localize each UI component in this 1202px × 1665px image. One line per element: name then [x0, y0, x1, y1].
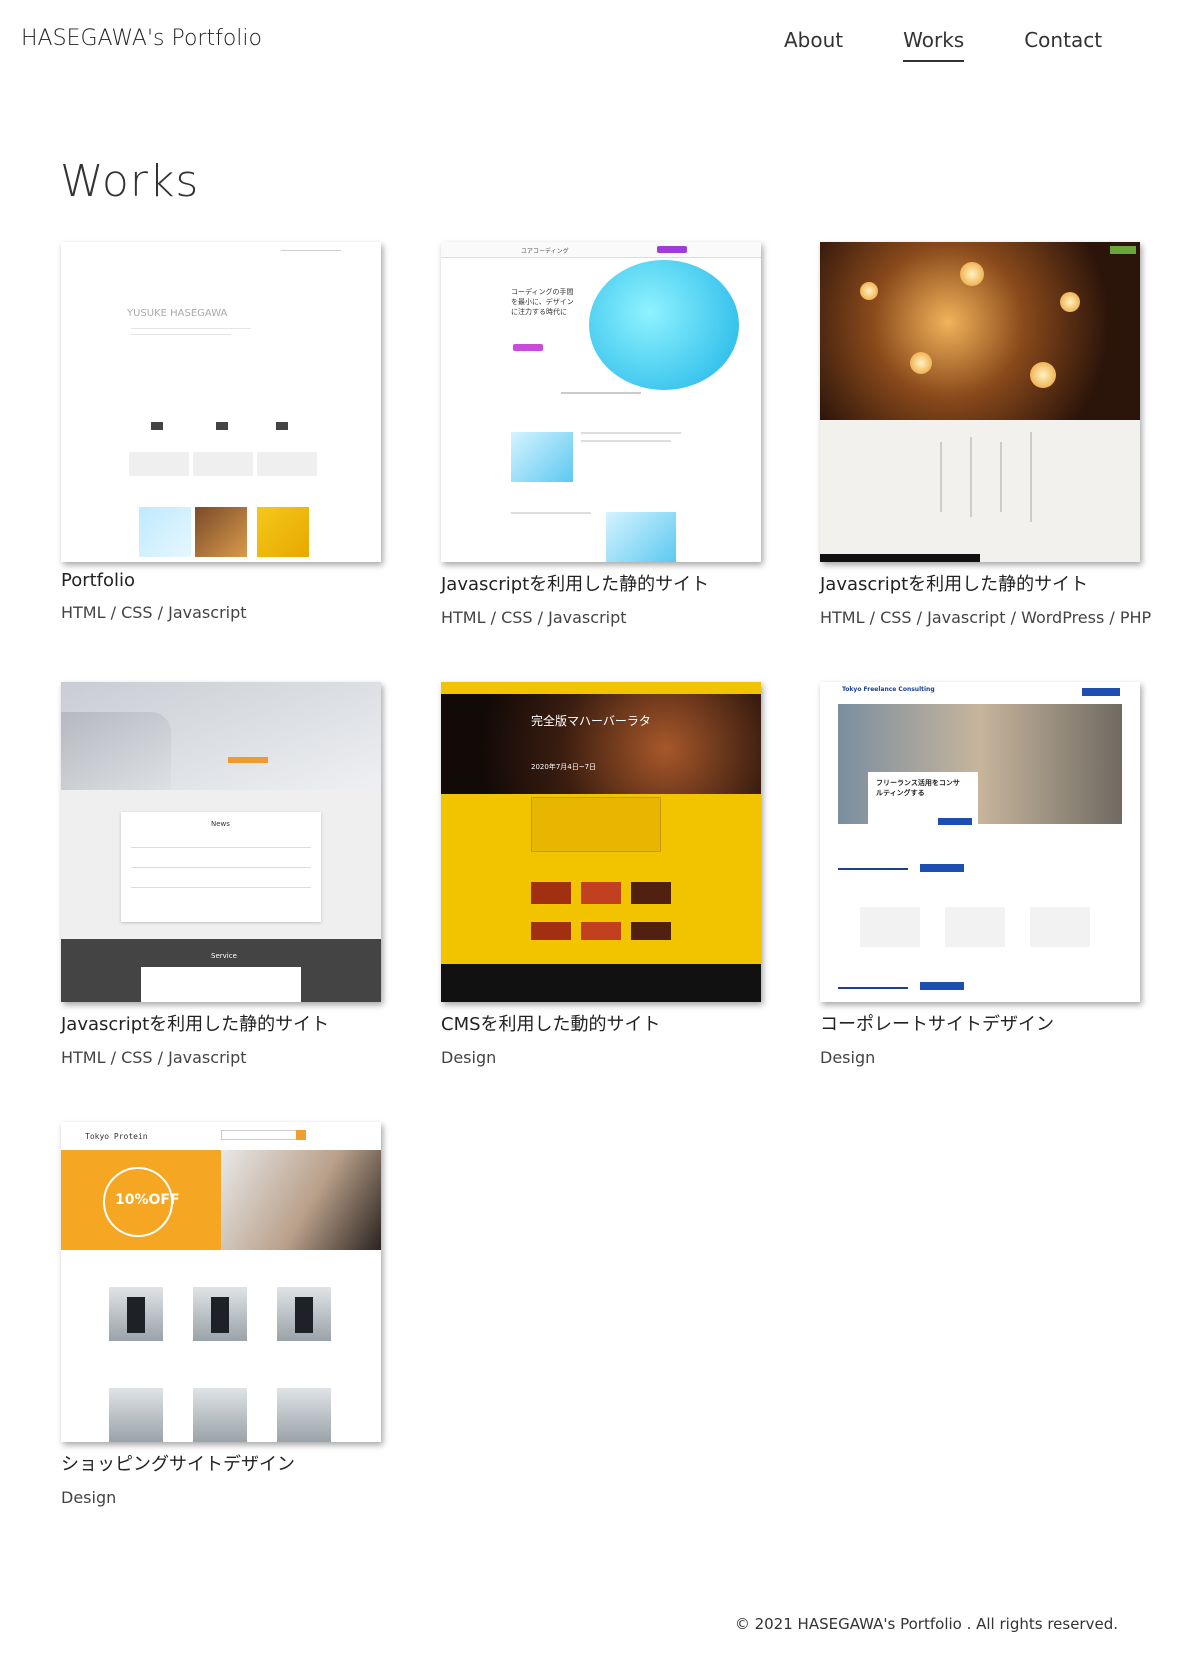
- work-title[interactable]: CMSを利用した動的サイト: [441, 1010, 761, 1036]
- work-title[interactable]: Javascriptを利用した静的サイト: [61, 1010, 381, 1036]
- work-tags: HTML / CSS / Javascript: [61, 603, 247, 622]
- work-card-stage[interactable]: 完全版マハーバーラタ 2020年7月4日~7日 CMSを利用した動的サイト De…: [441, 682, 761, 1067]
- work-thumbnail[interactable]: YUSUKE HASEGAWA: [61, 242, 381, 562]
- thumb-coding-heading: コーディングの手間を最小に、デザインに注力する時代に: [511, 288, 574, 316]
- work-card-coding[interactable]: ユアコーディング コーディングの手間を最小に、デザインに注力する時代に Java…: [441, 242, 761, 627]
- work-title[interactable]: コーポレートサイトデザイン: [820, 1010, 1140, 1036]
- work-card-corporate[interactable]: Tokyo Freelance Consulting フリーランス活用をコンサル…: [820, 682, 1140, 1067]
- work-tags: HTML / CSS / Javascript: [61, 1048, 247, 1067]
- work-title[interactable]: ショッピングサイトデザイン: [61, 1450, 381, 1476]
- thumb-portfolio-name: YUSUKE HASEGAWA: [127, 308, 228, 319]
- site-logo[interactable]: HASEGAWA's Portfolio: [21, 26, 262, 51]
- work-title[interactable]: Javascriptを利用した静的サイト: [820, 570, 1140, 596]
- work-card-lanterns[interactable]: Javascriptを利用した静的サイト HTML / CSS / Javasc…: [820, 242, 1152, 627]
- page-title: Works: [60, 156, 200, 207]
- thumb-corp-name: Tokyo Freelance Consulting: [842, 686, 935, 693]
- thumb-news-heading: News: [211, 820, 230, 828]
- work-tags: Design: [820, 1048, 876, 1067]
- work-title[interactable]: Javascriptを利用した静的サイト: [441, 570, 761, 596]
- thumb-corp-hero: フリーランス活用をコンサルティングする: [876, 779, 960, 797]
- copyright: © 2021 HASEGAWA's Portfolio . All rights…: [734, 1615, 1118, 1633]
- work-thumbnail[interactable]: Tokyo Freelance Consulting フリーランス活用をコンサル…: [820, 682, 1140, 1002]
- thumb-shop-sale: 10%OFF: [115, 1192, 180, 1208]
- work-tags: Design: [61, 1488, 117, 1507]
- thumb-shop-name: Tokyo Protein: [85, 1132, 148, 1141]
- nav-works[interactable]: Works: [903, 28, 965, 62]
- work-tags: HTML / CSS / Javascript / WordPress / PH…: [820, 608, 1152, 627]
- nav-contact[interactable]: Contact: [1024, 28, 1102, 62]
- thumb-coding-name: ユアコーディング: [521, 248, 569, 255]
- work-thumbnail[interactable]: [820, 242, 1140, 562]
- work-thumbnail[interactable]: Tokyo Protein 10%OFF: [61, 1122, 381, 1442]
- thumb-stage-date: 2020年7月4日~7日: [531, 763, 597, 771]
- work-tags: Design: [441, 1048, 497, 1067]
- work-thumbnail[interactable]: News Service: [61, 682, 381, 1002]
- main-nav: About Works Contact: [784, 28, 1162, 62]
- thumb-service-heading: Service: [211, 952, 237, 960]
- nav-about[interactable]: About: [784, 28, 843, 62]
- work-tags: HTML / CSS / Javascript: [441, 608, 627, 627]
- work-card-portfolio[interactable]: YUSUKE HASEGAWA Portfolio HTML / CSS / J…: [61, 242, 381, 622]
- work-thumbnail[interactable]: 完全版マハーバーラタ 2020年7月4日~7日: [441, 682, 761, 1002]
- thumb-stage-title: 完全版マハーバーラタ: [531, 714, 651, 728]
- work-title[interactable]: Portfolio: [61, 570, 381, 591]
- work-thumbnail[interactable]: ユアコーディング コーディングの手間を最小に、デザインに注力する時代に: [441, 242, 761, 562]
- site-header: HASEGAWA's Portfolio About Works Contact: [0, 0, 1202, 90]
- work-card-news[interactable]: News Service Javascriptを利用した静的サイト HTML /…: [61, 682, 381, 1067]
- work-card-shopping[interactable]: Tokyo Protein 10%OFF ショッピングサイトデザイン Desig…: [61, 1122, 381, 1507]
